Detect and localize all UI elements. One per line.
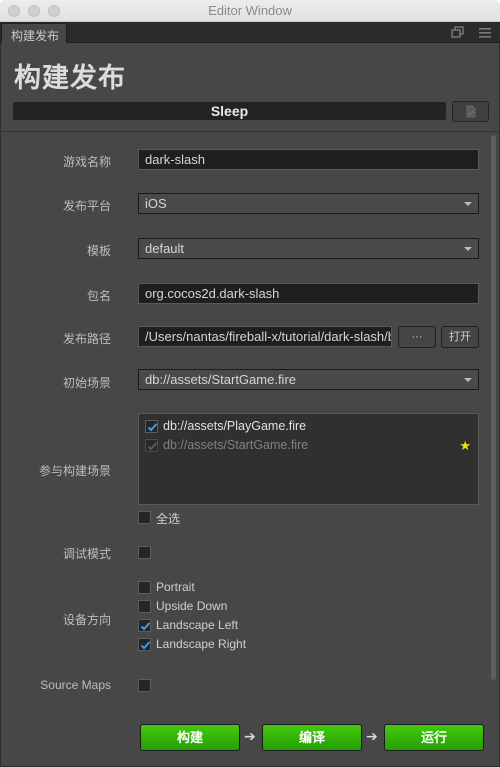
scrollbar[interactable]: [489, 132, 499, 766]
divider: [1, 131, 499, 132]
chevron-down-icon: [464, 378, 472, 382]
build-button[interactable]: 构建: [140, 724, 240, 751]
template-select[interactable]: default: [138, 238, 479, 259]
checkmark-icon: [140, 622, 151, 631]
orientation-option-label: Landscape Left: [156, 618, 239, 632]
select-all-label: 全选: [156, 512, 181, 526]
landscape-left-checkbox[interactable]: [138, 619, 151, 632]
package-name-input[interactable]: org.cocos2d.dark-slash: [138, 283, 479, 304]
arrow-right-icon: ➔: [244, 728, 256, 744]
run-button[interactable]: 运行: [384, 724, 484, 751]
landscape-right-checkbox[interactable]: [138, 638, 151, 651]
build-path-label: 发布路径: [62, 332, 111, 346]
popout-icon[interactable]: [451, 26, 465, 39]
included-scenes-label: 参与构建场景: [38, 464, 111, 478]
template-value: default: [145, 241, 185, 256]
orientation-label: 设备方向: [62, 613, 111, 627]
debug-mode-label: 调试模式: [62, 547, 111, 561]
log-file-icon: [466, 105, 476, 118]
game-name-label: 游戏名称: [62, 155, 111, 169]
open-path-button[interactable]: 打开: [441, 326, 479, 348]
package-name-label: 包名: [86, 289, 111, 303]
window-titlebar: Editor Window: [0, 0, 500, 22]
scene-path: db://assets/StartGame.fire: [163, 438, 309, 452]
checkmark-icon: [140, 641, 151, 650]
browse-path-button[interactable]: ···: [398, 326, 436, 348]
platform-select[interactable]: iOS: [138, 193, 479, 214]
tab-build[interactable]: 构建发布: [1, 23, 67, 44]
build-status-bar: Sleep: [13, 102, 446, 120]
arrow-right-icon: ➔: [366, 728, 378, 744]
build-panel: 构建发布 Sleep 游戏名称 dark-slash 发布平台 iOS 模板 d…: [0, 43, 500, 767]
template-label: 模板: [86, 244, 111, 258]
start-scene-select[interactable]: db://assets/StartGame.fire: [138, 369, 479, 390]
start-scene-value: db://assets/StartGame.fire: [145, 372, 297, 387]
open-log-button[interactable]: [452, 101, 489, 122]
checkmark-icon: [147, 423, 158, 432]
scene-list: db://assets/PlayGame.fire db://assets/St…: [138, 413, 479, 505]
build-path-input[interactable]: /Users/nantas/fireball-x/tutorial/dark-s…: [138, 326, 392, 347]
chevron-down-icon: [464, 202, 472, 206]
select-all-checkbox[interactable]: [138, 511, 151, 524]
menu-icon[interactable]: [478, 26, 492, 39]
scene-checkbox[interactable]: [145, 420, 158, 433]
scene-path: db://assets/PlayGame.fire: [163, 419, 307, 433]
orientation-option-label: Portrait: [156, 580, 195, 594]
start-scene-label: 初始场景: [62, 376, 111, 390]
debug-mode-checkbox[interactable]: [138, 546, 151, 559]
page-title: 构建发布: [14, 63, 126, 93]
orientation-option-label: Landscape Right: [156, 637, 247, 651]
platform-label: 发布平台: [62, 199, 111, 213]
compile-button[interactable]: 编译: [262, 724, 362, 751]
star-icon: ★: [459, 438, 471, 453]
game-name-input[interactable]: dark-slash: [138, 149, 479, 170]
source-maps-label: Source Maps: [40, 678, 111, 692]
scrollbar-thumb[interactable]: [491, 135, 496, 680]
scene-checkbox: [145, 439, 158, 452]
platform-value: iOS: [145, 196, 167, 211]
source-maps-checkbox[interactable]: [138, 679, 151, 692]
chevron-down-icon: [464, 247, 472, 251]
upside-down-checkbox[interactable]: [138, 600, 151, 613]
orientation-option-label: Upside Down: [156, 599, 228, 613]
panel-tabbar: 构建发布: [0, 22, 500, 44]
portrait-checkbox[interactable]: [138, 581, 151, 594]
window-title: Editor Window: [208, 3, 292, 18]
checkmark-icon: [147, 442, 158, 451]
